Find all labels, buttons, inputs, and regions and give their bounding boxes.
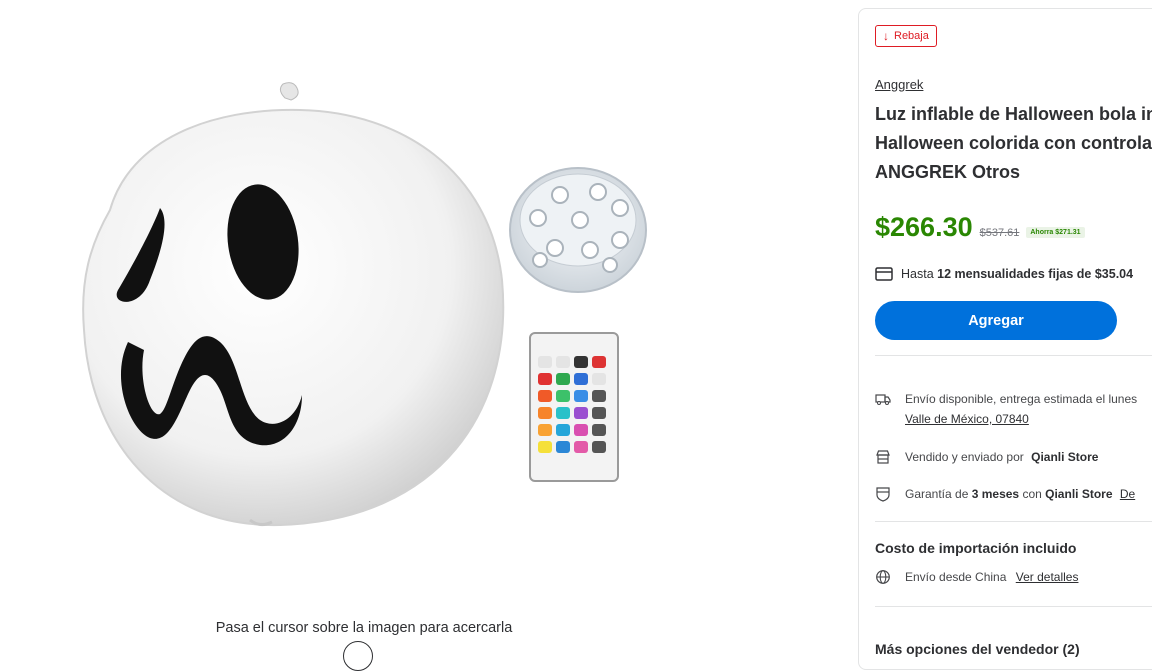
sale-badge: ↓ Rebaja <box>875 25 937 47</box>
savings-badge: Ahorra $271.31 <box>1026 227 1085 238</box>
product-title-line: Halloween colorida con controla <box>875 133 1152 153</box>
import-cost-title: Costo de importación incluido <box>875 540 1077 556</box>
divider <box>875 606 1152 607</box>
import-text: Envío desde China <box>905 570 1007 584</box>
warranty-store: Qianli Store <box>1045 487 1113 501</box>
warranty-prefix: Garantía de <box>905 487 969 501</box>
add-to-cart-button[interactable]: Agregar <box>875 301 1117 340</box>
truck-icon <box>875 394 891 405</box>
warranty-middle: con <box>1022 487 1042 501</box>
installments-prefix: Hasta <box>901 267 934 281</box>
seller-prefix: Vendido y enviado por <box>905 450 1024 464</box>
import-details-link[interactable]: Ver detalles <box>1016 570 1079 584</box>
globe-icon <box>876 570 890 584</box>
product-title-line: ANGGREK Otros <box>875 162 1021 182</box>
shield-icon <box>876 487 890 502</box>
price-row: $266.30 $537.61 Ahorra $271.31 <box>875 212 1085 243</box>
image-gallery: Pasa el cursor sobre la imagen para acer… <box>0 0 840 671</box>
credit-card-icon <box>875 267 893 281</box>
zoom-button[interactable] <box>343 641 373 671</box>
brand-link[interactable]: Anggrek <box>875 77 923 92</box>
more-seller-options[interactable]: Más opciones del vendedor (2) <box>875 641 1080 657</box>
import-info: Envío desde China Ver detalles <box>875 569 1078 587</box>
original-price: $537.61 <box>979 227 1020 239</box>
arrow-down-icon: ↓ <box>883 29 889 43</box>
product-info-panel: ↓ Rebaja Anggrek Luz inflable de Hallowe… <box>858 8 1152 670</box>
shipping-info: Envío disponible, entrega estimada el lu… <box>875 391 1137 429</box>
installments-detail: 12 mensualidades fijas de $35.04 <box>937 267 1134 281</box>
product-title-line: Luz inflable de Halloween bola inf <box>875 104 1152 124</box>
zoom-hint: Pasa el cursor sobre la imagen para acer… <box>215 620 513 636</box>
sale-badge-label: Rebaja <box>894 30 929 42</box>
divider <box>875 355 1152 356</box>
warranty-months: 3 meses <box>971 487 1020 501</box>
product-title: Luz inflable de Halloween bola inf Hallo… <box>875 100 1152 187</box>
seller-info: Vendido y enviado por Qianli Store <box>875 449 1098 467</box>
installments-info: Hasta 12 mensualidades fijas de $35.04 <box>875 267 1133 281</box>
current-price: $266.30 <box>875 212 973 242</box>
warranty-details-link[interactable]: De <box>1120 487 1135 501</box>
product-image[interactable] <box>70 80 670 540</box>
warranty-info: Garantía de 3 meses con Qianli Store De <box>875 486 1135 504</box>
shipping-text: Envío disponible, entrega estimada el lu… <box>905 392 1138 406</box>
store-icon <box>876 450 890 464</box>
divider <box>875 521 1152 522</box>
shipping-location-link[interactable]: Valle de México, 07840 <box>905 409 1137 429</box>
seller-name[interactable]: Qianli Store <box>1031 450 1098 464</box>
